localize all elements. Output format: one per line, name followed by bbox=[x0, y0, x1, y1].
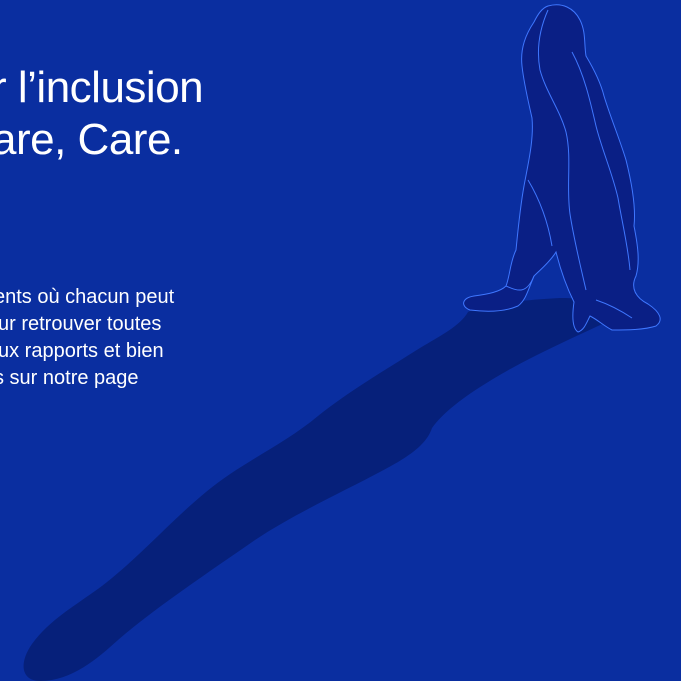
hero-heading: r l’inclusion are, Care. bbox=[0, 62, 204, 166]
hero-paragraph-line: s sur notre page bbox=[0, 367, 139, 389]
hero-paragraph-line: ur retrouver toutes bbox=[0, 313, 162, 335]
hero-section: r l’inclusion are, Care. ents où chacun … bbox=[0, 0, 681, 681]
hero-heading-line-2: are, Care. bbox=[0, 114, 183, 164]
hero-paragraph-line: ux rapports et bien bbox=[0, 340, 164, 362]
hero-heading-line-1: r l’inclusion bbox=[0, 63, 204, 112]
hero-paragraph-line: ents où chacun peut bbox=[0, 286, 175, 308]
hero-paragraph: ents où chacun peut ur retrouver toutes … bbox=[0, 284, 174, 392]
figure-shape bbox=[463, 4, 661, 333]
